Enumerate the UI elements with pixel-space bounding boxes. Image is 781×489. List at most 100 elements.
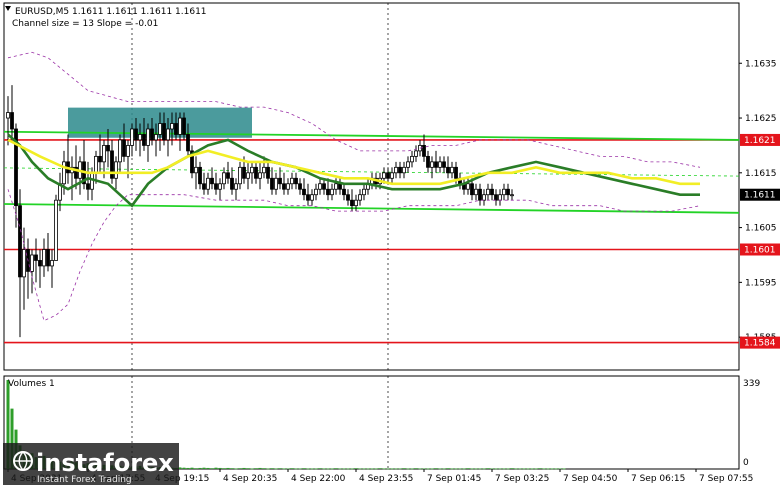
candle-body [34, 254, 38, 261]
candle-body [118, 139, 122, 163]
candle-body [306, 194, 310, 201]
volume-bar [510, 468, 514, 470]
volume-bar [550, 468, 554, 470]
candle-body [38, 260, 42, 267]
volumes-title: Volumes 1 [8, 379, 55, 389]
volume-bar [434, 468, 438, 470]
candle-body [414, 150, 418, 157]
candle-body [338, 183, 342, 190]
candle-body [102, 145, 106, 163]
candle-body [62, 161, 66, 185]
volume-bar [378, 468, 382, 470]
candle-body [350, 199, 354, 207]
candle-body [502, 188, 506, 196]
candle-body [182, 117, 186, 135]
x-tick-label: 7 Sep 04:50 [563, 474, 618, 484]
candle-body [334, 183, 338, 190]
volume-bar [230, 468, 234, 470]
candle-body [110, 150, 114, 179]
candle-body [222, 172, 226, 185]
candle-body [174, 123, 178, 135]
volume-bar [342, 468, 346, 470]
x-tick-label: 7 Sep 06:15 [631, 474, 685, 484]
candle-body [478, 188, 482, 201]
candle-body [254, 166, 258, 179]
volume-bar [198, 467, 202, 469]
volume-bar [206, 467, 210, 469]
candle-body [94, 155, 98, 174]
candle-body [142, 134, 146, 146]
volume-bar [458, 468, 462, 470]
candle-body [106, 145, 110, 152]
candle-body [342, 188, 346, 196]
x-tick-label: 7 Sep 07:55 [699, 474, 753, 484]
candle-body [154, 134, 158, 141]
volume-bar [266, 468, 270, 470]
candle-body [194, 166, 198, 174]
volume-bar [386, 468, 390, 470]
candle-body [218, 183, 222, 190]
candle-body [238, 166, 242, 185]
volume-bar [302, 468, 306, 470]
volume-bar [314, 468, 318, 470]
volume-bar [338, 468, 342, 470]
volume-bar [254, 468, 258, 470]
x-tick-label: 7 Sep 03:25 [495, 474, 549, 484]
volume-bar [486, 468, 490, 470]
last-price-label: 1.1611 [744, 191, 776, 201]
candle-body [314, 188, 318, 196]
volume-bar [194, 468, 198, 470]
candle-body [326, 188, 330, 196]
volume-bar [270, 468, 274, 470]
candle-body [246, 172, 250, 179]
chart-background [0, 0, 781, 489]
volume-bar [398, 468, 402, 470]
candle-body [402, 166, 406, 174]
volume-bar [250, 468, 254, 470]
candle-body [186, 134, 190, 152]
volume-bar [294, 468, 298, 470]
volume-bar [346, 468, 350, 470]
candle-body [10, 112, 14, 130]
volume-bar [350, 468, 354, 470]
candle-body [358, 194, 362, 201]
volume-bar [282, 468, 286, 470]
volume-bar [362, 468, 366, 470]
volume-bar [334, 468, 338, 470]
candle-body [46, 249, 50, 267]
candle-body [398, 166, 402, 174]
candle-body [466, 183, 470, 190]
volume-bar [522, 468, 526, 470]
volume-bar [238, 468, 242, 470]
candle-body [310, 194, 314, 201]
volume-bar [262, 468, 266, 470]
candle-body [318, 183, 322, 190]
candle-body [146, 128, 150, 146]
candle-body [294, 177, 298, 185]
volume-bar [390, 468, 394, 470]
candle-body [178, 117, 182, 135]
candle-body [158, 123, 162, 135]
candle-body [170, 123, 174, 130]
candle-body [242, 166, 246, 179]
candle-body [298, 183, 302, 190]
candle-body [426, 155, 430, 168]
candle-body [354, 199, 358, 207]
volume-bar [478, 468, 482, 470]
volume-bar [426, 468, 430, 470]
candle-body [266, 166, 270, 179]
candle-body [214, 183, 218, 190]
candle-body [322, 183, 326, 190]
y-tick-label: 1.1635 [745, 59, 777, 69]
volume-bar [482, 468, 486, 470]
level-price-label: 1.1621 [744, 136, 776, 146]
candle-body [226, 172, 230, 179]
volume-bar [530, 468, 534, 470]
y-tick-label: 1.1625 [745, 114, 777, 124]
volume-bar [322, 468, 326, 470]
candle-body [50, 260, 54, 267]
volume-bar [290, 468, 294, 470]
candle-body [258, 172, 262, 179]
candle-body [450, 166, 454, 174]
volume-bar [310, 468, 314, 470]
